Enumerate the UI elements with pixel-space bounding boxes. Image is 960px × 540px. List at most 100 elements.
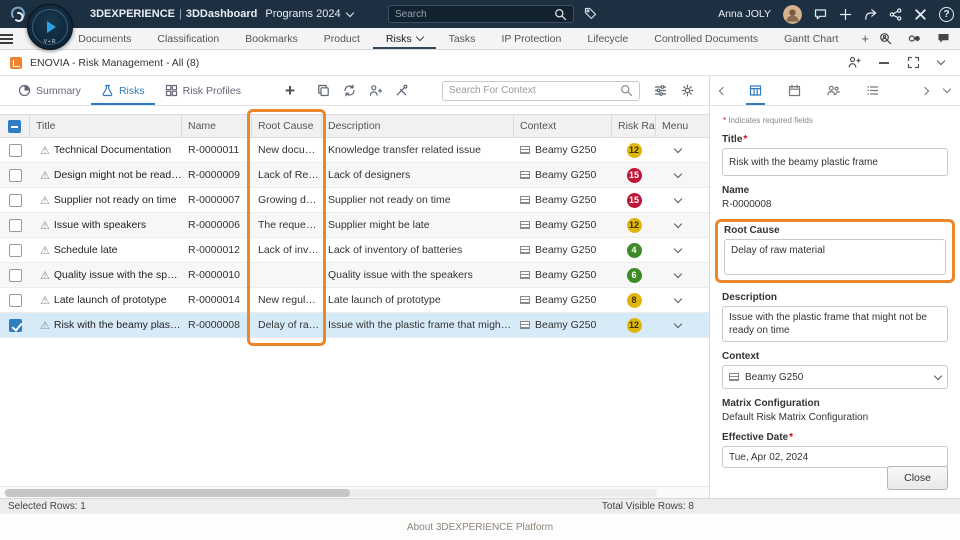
root-cause-input[interactable]: Delay of raw material bbox=[724, 239, 946, 275]
select-all-checkbox[interactable] bbox=[8, 119, 21, 133]
description-input[interactable]: Issue with the plastic frame that might … bbox=[722, 306, 948, 342]
panel-tab-list[interactable] bbox=[863, 76, 882, 105]
avatar[interactable] bbox=[783, 4, 802, 24]
row-menu-button[interactable] bbox=[673, 319, 683, 328]
nav-tab-ip-protection[interactable]: IP Protection bbox=[488, 28, 574, 49]
row-context: Beamy G250 bbox=[535, 269, 597, 281]
row-checkbox[interactable] bbox=[8, 318, 22, 332]
share-arrow-icon[interactable] bbox=[864, 8, 877, 21]
close-button[interactable]: Close bbox=[887, 466, 948, 490]
context-label: Context bbox=[722, 351, 760, 362]
nav-tab-documents[interactable]: Documents bbox=[65, 28, 144, 49]
panel-tab-members[interactable] bbox=[824, 76, 843, 105]
nav-tab-classification[interactable]: Classification bbox=[144, 28, 232, 49]
nav-tab-product[interactable]: Product bbox=[311, 28, 373, 49]
column-header-name[interactable]: Name bbox=[182, 115, 252, 137]
maximize-icon[interactable] bbox=[907, 56, 920, 69]
help-icon[interactable]: ? bbox=[939, 6, 954, 22]
context-search[interactable] bbox=[441, 80, 640, 101]
nav-tab-tasks[interactable]: Tasks bbox=[436, 28, 489, 49]
context-search-input[interactable] bbox=[448, 85, 620, 96]
row-checkbox[interactable] bbox=[8, 143, 22, 157]
row-checkbox[interactable] bbox=[8, 168, 22, 182]
row-menu-button[interactable] bbox=[673, 244, 683, 253]
panel-collapse-icon[interactable] bbox=[942, 84, 952, 94]
chat-icon[interactable] bbox=[814, 8, 827, 21]
column-header-risk-rating[interactable]: Risk Rat bbox=[612, 115, 656, 137]
title-input[interactable]: Risk with the beamy plastic frame bbox=[722, 148, 948, 176]
filter-icon[interactable] bbox=[654, 84, 667, 97]
minimize-icon[interactable] bbox=[879, 61, 889, 64]
row-checkbox[interactable] bbox=[8, 193, 22, 207]
column-header-description[interactable]: Description bbox=[322, 115, 514, 137]
scrollbar-thumb[interactable] bbox=[5, 489, 350, 497]
nav-tab-gantt-chart[interactable]: Gantt Chart bbox=[771, 28, 851, 49]
row-checkbox[interactable] bbox=[8, 218, 22, 232]
copy-icon[interactable] bbox=[317, 84, 330, 97]
tab-summary[interactable]: Summary bbox=[8, 76, 91, 105]
table-row[interactable]: ⚠ Technical Documentation R-0000011 New d… bbox=[0, 138, 709, 163]
compass-icon[interactable]: V+R bbox=[27, 4, 73, 50]
column-header-root-cause[interactable]: Root Cause bbox=[252, 115, 322, 137]
table-row[interactable]: ⚠ Risk with the beamy plastic … R-0000008… bbox=[0, 313, 709, 338]
panel-prev-icon[interactable] bbox=[718, 86, 728, 95]
row-menu-button[interactable] bbox=[673, 294, 683, 303]
refresh-icon[interactable] bbox=[343, 84, 356, 97]
context-select[interactable]: Beamy G250 bbox=[722, 365, 948, 389]
status-bar: Selected Rows: 1 Total Visible Rows: 8 bbox=[0, 498, 960, 514]
column-header-context[interactable]: Context bbox=[514, 115, 612, 137]
messages-icon[interactable] bbox=[937, 32, 950, 45]
panel-tab-calendar[interactable] bbox=[785, 76, 804, 105]
nav-tab-controlled-documents[interactable]: Controlled Documents bbox=[641, 28, 771, 49]
share-nodes-icon[interactable] bbox=[889, 7, 902, 21]
search-input[interactable] bbox=[395, 8, 554, 20]
search-icon[interactable] bbox=[554, 8, 567, 21]
table-row[interactable]: ⚠ Schedule late R-0000012 Lack of inv… La… bbox=[0, 238, 709, 263]
row-menu-button[interactable] bbox=[673, 194, 683, 203]
risk-rating-badge: 12 bbox=[626, 317, 642, 333]
row-menu-button[interactable] bbox=[673, 219, 683, 228]
table-row[interactable]: ⚠ Late launch of prototype R-0000014 New … bbox=[0, 288, 709, 313]
table-row[interactable]: ⚠ Supplier not ready on time R-0000007 Gr… bbox=[0, 188, 709, 213]
nav-tab-risks[interactable]: Risks bbox=[373, 28, 436, 49]
user-name[interactable]: Anna JOLY bbox=[718, 8, 771, 20]
column-header-menu[interactable]: Menu bbox=[656, 115, 700, 137]
global-search[interactable] bbox=[388, 5, 574, 23]
row-checkbox[interactable] bbox=[8, 293, 22, 307]
table-row[interactable]: ⚠ Design might not be ready o… R-0000009 … bbox=[0, 163, 709, 188]
dashboard-selector[interactable]: Programs 2024 bbox=[265, 8, 354, 20]
effective-date-input[interactable]: Tue, Apr 02, 2024 bbox=[722, 446, 948, 468]
apps-icon[interactable] bbox=[914, 8, 927, 21]
panel-tab-properties[interactable] bbox=[746, 76, 765, 105]
share-member-icon[interactable] bbox=[848, 56, 861, 69]
panel-tabs bbox=[710, 76, 960, 106]
people-search-icon[interactable] bbox=[879, 32, 892, 45]
column-header-title[interactable]: Title bbox=[30, 115, 182, 137]
nav-tab-bookmarks[interactable]: Bookmarks bbox=[232, 28, 311, 49]
assign-user-icon[interactable] bbox=[369, 84, 382, 97]
menu-icon[interactable] bbox=[0, 28, 14, 49]
add-tab-button[interactable]: + bbox=[851, 28, 879, 49]
row-checkbox[interactable] bbox=[8, 243, 22, 257]
table-row[interactable]: ⚠ Quality issue with the speak… R-0000010… bbox=[0, 263, 709, 288]
add-risk-button[interactable]: + bbox=[285, 76, 295, 105]
about-link[interactable]: About 3DEXPERIENCE Platform bbox=[407, 522, 553, 533]
widget-collapse-icon[interactable] bbox=[936, 56, 946, 66]
panel-next-icon[interactable] bbox=[920, 86, 930, 95]
table-row[interactable]: ⚠ Issue with speakers R-0000006 The reque… bbox=[0, 213, 709, 238]
tab-risk-profiles[interactable]: Risk Profiles bbox=[155, 76, 251, 105]
row-context: Beamy G250 bbox=[535, 169, 597, 181]
tag-icon[interactable] bbox=[584, 7, 597, 20]
row-menu-button[interactable] bbox=[673, 169, 683, 178]
settings-gear-icon[interactable] bbox=[681, 84, 694, 97]
add-icon[interactable] bbox=[839, 8, 852, 21]
presence-toggle-icon[interactable] bbox=[908, 32, 921, 45]
nav-tab-lifecycle[interactable]: Lifecycle bbox=[574, 28, 641, 49]
row-menu-button[interactable] bbox=[673, 269, 683, 278]
tools-icon[interactable] bbox=[395, 84, 408, 97]
row-checkbox[interactable] bbox=[8, 268, 22, 282]
tab-risks[interactable]: Risks bbox=[91, 76, 155, 105]
horizontal-scrollbar[interactable] bbox=[0, 486, 709, 498]
row-menu-button[interactable] bbox=[673, 144, 683, 153]
search-icon[interactable] bbox=[620, 84, 633, 97]
